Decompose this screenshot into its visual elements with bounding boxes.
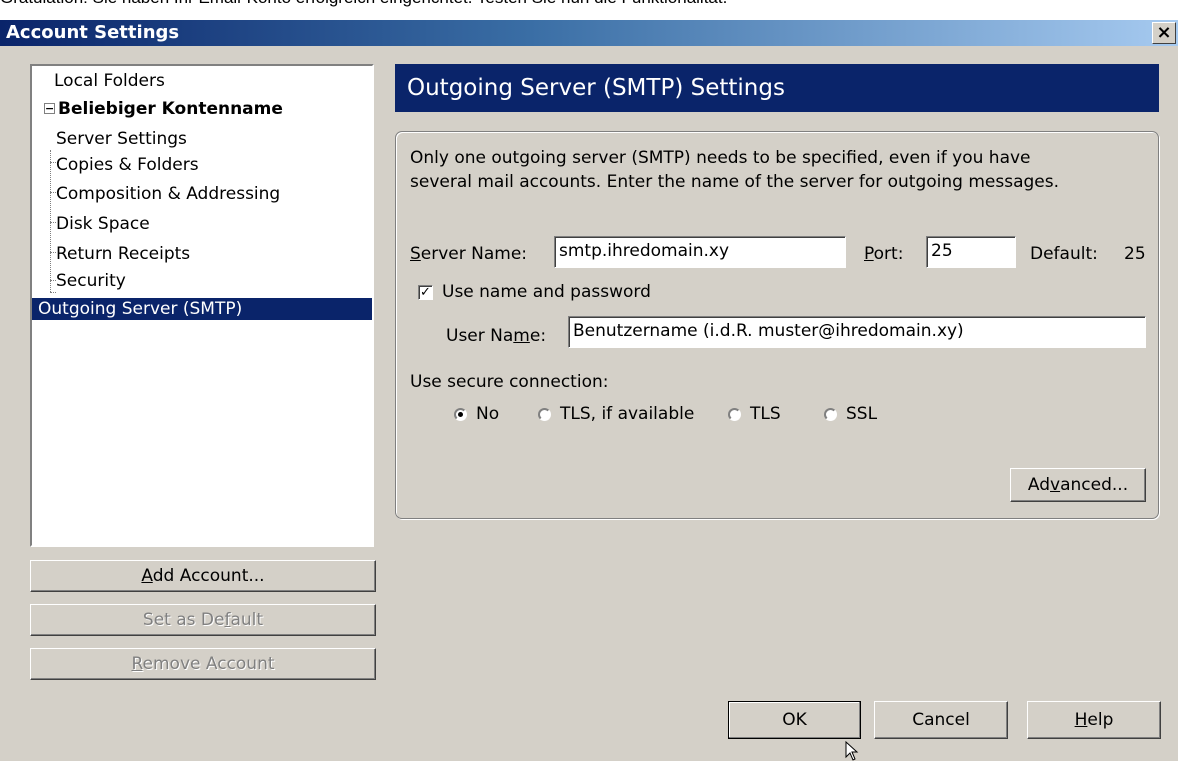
default-port-value: 25 (1124, 244, 1146, 264)
tree-item-label: Copies & Folders (56, 155, 199, 175)
button-label: anced... (1060, 475, 1129, 495)
tree-item-label: Outgoing Server (SMTP) (38, 299, 243, 319)
button-label-accesskey: H (1074, 710, 1088, 730)
user-name-input[interactable]: Benutzername (i.d.R. muster@ihredomain.x… (568, 316, 1146, 348)
page-caption: Gratulation! Sie haben Ihr Email-Konto e… (0, 0, 1178, 8)
close-icon: × (1156, 22, 1172, 43)
add-account-button[interactable]: Add Account... (30, 560, 376, 592)
tree-item-label: Return Receipts (56, 244, 191, 264)
button-label-accesskey: v (1050, 475, 1061, 495)
account-settings-dialog: Account Settings × Local Folders − Belie… (0, 20, 1178, 761)
tree-item-label: Composition & Addressing (56, 184, 281, 204)
use-auth-label[interactable]: Use name and password (442, 282, 651, 302)
tree-item-account[interactable]: − Beliebiger Kontenname (44, 98, 283, 120)
tree-item-label: Disk Space (56, 214, 150, 234)
radio-secure-no-label[interactable]: No (476, 404, 499, 424)
set-as-default-button: Set as Default (30, 604, 376, 636)
port-input[interactable]: 25 (926, 236, 1016, 268)
description-line-2: several mail accounts. Enter the name of… (410, 172, 1060, 192)
help-button[interactable]: Help (1027, 701, 1161, 739)
button-label-accesskey: R (131, 654, 143, 674)
mouse-cursor-icon (845, 741, 859, 761)
use-auth-checkbox[interactable]: ✓ (418, 285, 433, 300)
smtp-settings-group: Only one outgoing server (SMTP) needs to… (395, 131, 1159, 519)
radio-secure-ssl-label[interactable]: SSL (846, 404, 877, 424)
tree-item-composition-addressing[interactable]: Composition & Addressing (56, 183, 280, 205)
button-label-accesskey: A (141, 566, 153, 586)
panel-header: Outgoing Server (SMTP) Settings (395, 64, 1159, 112)
server-name-input[interactable]: smtp.ihredomain.xy (554, 236, 846, 268)
close-button[interactable]: × (1152, 22, 1176, 44)
button-label: Set as De (142, 610, 225, 630)
tree-item-label: Local Folders (54, 71, 165, 91)
checkmark-icon: ✓ (420, 285, 431, 300)
tree-item-server-settings[interactable]: Server Settings (56, 128, 187, 150)
radio-secure-tls-if-available[interactable] (538, 408, 551, 421)
tree-connector (50, 292, 56, 293)
tree-item-label: Beliebiger Kontenname (58, 99, 283, 119)
radio-secure-no[interactable] (454, 408, 467, 421)
server-name-label: Server Name: (410, 244, 528, 264)
button-label: elp (1087, 710, 1114, 730)
tree-item-local-folders[interactable]: Local Folders (54, 70, 165, 92)
collapse-icon[interactable]: − (44, 103, 55, 114)
tree-item-label: Security (56, 271, 126, 291)
remove-account-button: Remove Account (30, 648, 376, 680)
tree-item-copies-folders[interactable]: Copies & Folders (56, 154, 199, 176)
tree-connector-line (50, 150, 51, 292)
tree-item-security[interactable]: Security (56, 270, 126, 292)
tree-item-return-receipts[interactable]: Return Receipts (56, 243, 190, 265)
title-bar[interactable]: Account Settings × (0, 20, 1178, 46)
window-title: Account Settings (6, 22, 180, 43)
button-label: dd Account... (152, 566, 265, 586)
button-label: Ad (1027, 475, 1051, 495)
radio-dot-icon (458, 412, 463, 417)
radio-secure-ssl[interactable] (824, 408, 837, 421)
ok-button[interactable]: OK (728, 701, 861, 739)
tree-item-label: Server Settings (56, 129, 187, 149)
radio-secure-tls-if-available-label[interactable]: TLS, if available (560, 404, 694, 424)
description-line-1: Only one outgoing server (SMTP) needs to… (410, 148, 1031, 168)
radio-secure-tls-label[interactable]: TLS (750, 404, 781, 424)
button-label: emove Account (142, 654, 275, 674)
secure-connection-label: Use secure connection: (410, 372, 609, 392)
radio-secure-tls[interactable] (728, 408, 741, 421)
default-port-label: Default: (1030, 244, 1098, 264)
tree-item-disk-space[interactable]: Disk Space (56, 213, 150, 235)
cancel-button[interactable]: Cancel (874, 701, 1008, 739)
tree-item-outgoing-server[interactable]: Outgoing Server (SMTP) (32, 298, 372, 320)
account-tree[interactable]: Local Folders − Beliebiger Kontenname Se… (30, 64, 374, 547)
port-label: Port: (864, 244, 904, 264)
button-label: ault (230, 610, 264, 630)
advanced-button[interactable]: Advanced... (1010, 468, 1146, 502)
user-name-label: User Name: (446, 326, 547, 346)
